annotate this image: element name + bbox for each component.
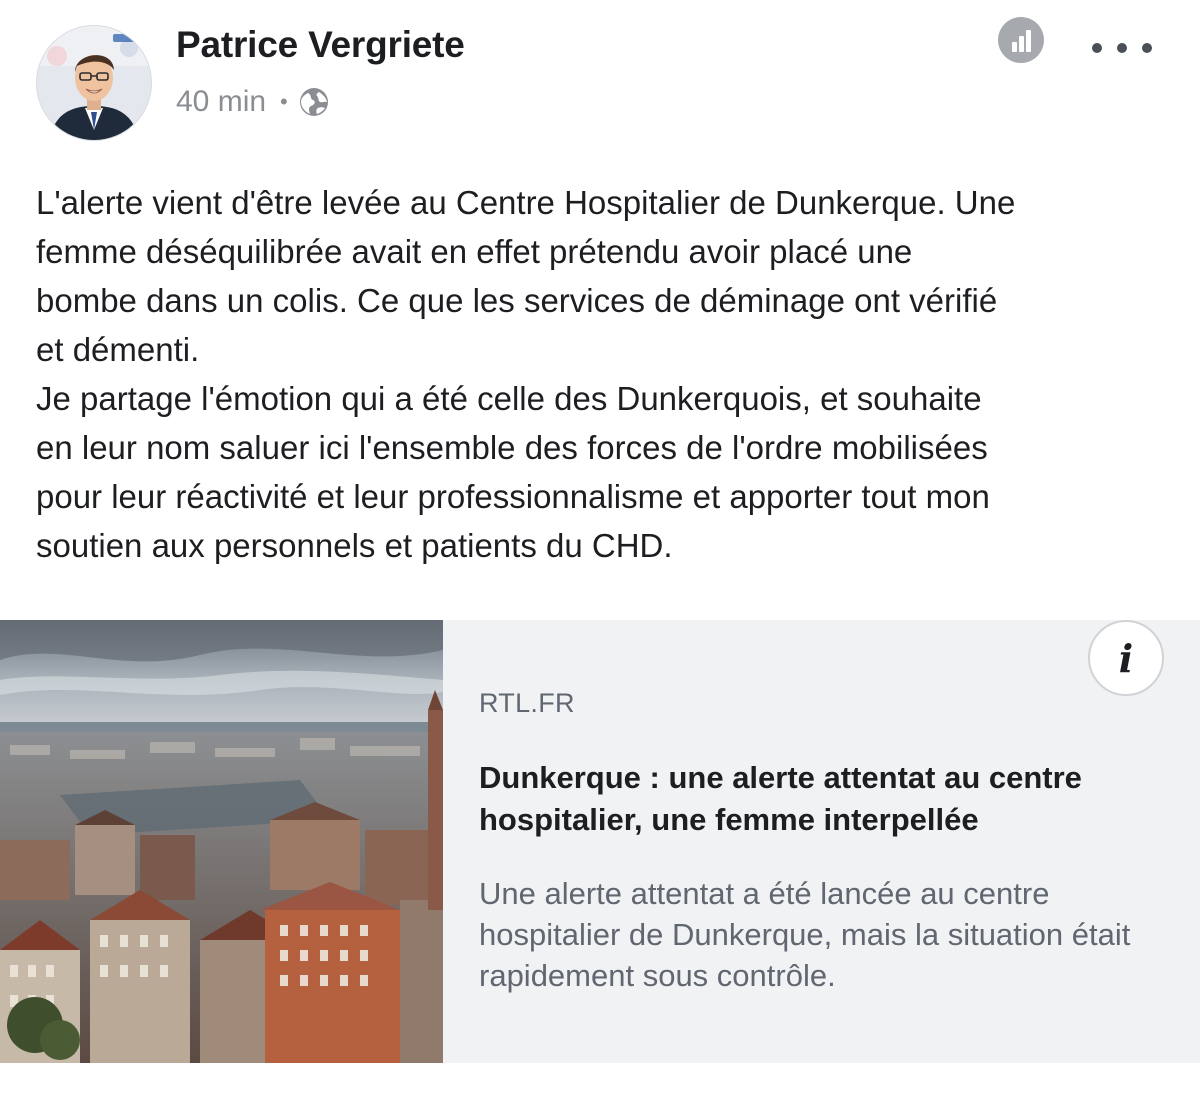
link-preview-image[interactable]	[0, 620, 443, 1063]
more-dot	[1117, 43, 1127, 53]
bar-chart-icon[interactable]	[998, 17, 1044, 63]
post-text-line: et démenti.	[36, 331, 200, 368]
more-dot	[1092, 43, 1102, 53]
post-text-line: en leur nom saluer ici l'ensemble des fo…	[36, 429, 988, 466]
post-text-line: L'alerte vient d'être levée au Centre Ho…	[36, 184, 1016, 221]
link-title[interactable]: Dunkerque : une alerte attentat au centr…	[479, 757, 1169, 841]
post-text-line: bombe dans un colis. Ce que les services…	[36, 282, 998, 319]
post-timestamp[interactable]: 40 min	[176, 85, 266, 119]
link-preview-card[interactable]: i RTL.FR Dunkerque : une alerte attentat…	[0, 620, 1200, 1063]
post-text-line: Je partage l'émotion qui a été celle des…	[36, 380, 982, 417]
author-name[interactable]: Patrice Vergriete	[176, 24, 465, 66]
post-text-line: pour leur réactivité et leur professionn…	[36, 478, 990, 515]
meta-separator: •	[280, 89, 288, 114]
more-dot	[1142, 43, 1152, 53]
info-icon[interactable]: i	[1088, 620, 1164, 696]
more-options-icon[interactable]	[1092, 30, 1152, 66]
post-text-line: femme déséquilibrée avait en effet préte…	[36, 233, 913, 270]
author-avatar[interactable]	[36, 25, 152, 141]
link-domain: RTL.FR	[479, 688, 575, 718]
facebook-post: Patrice Vergriete 40 min • L'alerte vien…	[0, 0, 1200, 1096]
globe-icon[interactable]	[298, 86, 330, 118]
post-meta: 40 min •	[176, 82, 330, 122]
avatar-image	[37, 26, 151, 140]
post-text-line: soutien aux personnels et patients du CH…	[36, 527, 673, 564]
link-preview-info[interactable]: i RTL.FR Dunkerque : une alerte attentat…	[443, 620, 1200, 1063]
link-description: Une alerte attentat a été lancée au cent…	[479, 876, 1131, 993]
post-text: L'alerte vient d'être levée au Centre Ho…	[36, 178, 1176, 570]
